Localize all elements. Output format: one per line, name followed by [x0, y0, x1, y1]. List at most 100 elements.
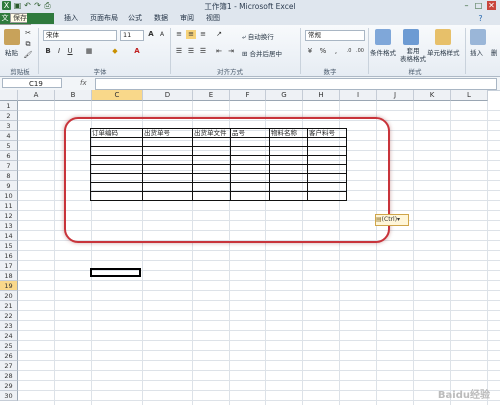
- row-header[interactable]: 17: [0, 261, 18, 271]
- row-header[interactable]: 28: [0, 371, 18, 381]
- align-bottom-icon[interactable]: ≡: [198, 30, 208, 39]
- column-header[interactable]: L: [451, 90, 488, 101]
- insert-cells-icon[interactable]: [470, 29, 486, 45]
- column-header[interactable]: B: [55, 90, 92, 101]
- wrap-text-button[interactable]: ⤶ 自动换行: [242, 31, 274, 42]
- bold-button[interactable]: B: [43, 47, 53, 56]
- column-header[interactable]: C: [92, 90, 143, 101]
- orientation-icon[interactable]: ↗: [214, 30, 224, 39]
- paste-options-button[interactable]: ▤(Ctrl)▾: [375, 214, 409, 226]
- tab-formulas[interactable]: 公式: [124, 13, 146, 24]
- active-cell[interactable]: [90, 268, 141, 277]
- row-header[interactable]: 27: [0, 361, 18, 371]
- align-middle-icon[interactable]: ≡: [186, 30, 196, 39]
- row-header[interactable]: 1: [0, 101, 18, 111]
- file-tab[interactable]: 文保存 (Ctrl+S): [0, 13, 54, 34]
- row-header[interactable]: 12: [0, 211, 18, 221]
- percent-icon[interactable]: %: [318, 47, 328, 56]
- row-header[interactable]: 7: [0, 161, 18, 171]
- font-color-icon[interactable]: A: [132, 47, 142, 56]
- cut-icon[interactable]: ✂: [23, 29, 33, 38]
- row-header[interactable]: 3: [0, 121, 18, 131]
- font-shrink-button[interactable]: A: [157, 30, 167, 39]
- column-header[interactable]: H: [303, 90, 340, 101]
- row-header[interactable]: 19: [0, 281, 18, 291]
- insert-cells-button[interactable]: 插入: [470, 47, 483, 57]
- row-header[interactable]: 5: [0, 141, 18, 151]
- currency-icon[interactable]: ¥: [305, 47, 315, 56]
- tab-review[interactable]: 审阅: [176, 13, 198, 24]
- column-header[interactable]: J: [377, 90, 414, 101]
- cell-styles-button[interactable]: 单元格样式: [427, 47, 460, 57]
- font-name-select[interactable]: 宋体: [43, 30, 117, 41]
- merge-center-button[interactable]: ⊞ 合并后居中: [242, 48, 282, 58]
- row-header[interactable]: 9: [0, 181, 18, 191]
- row-header[interactable]: 10: [0, 191, 18, 201]
- font-grow-button[interactable]: A: [146, 30, 156, 39]
- row-header[interactable]: 29: [0, 381, 18, 391]
- row-header[interactable]: 25: [0, 341, 18, 351]
- increase-indent-icon[interactable]: ⇥: [226, 47, 236, 56]
- tab-data[interactable]: 数据: [150, 13, 172, 24]
- align-top-icon[interactable]: ≡: [174, 30, 184, 39]
- row-header[interactable]: 16: [0, 251, 18, 261]
- column-header[interactable]: G: [266, 90, 303, 101]
- conditional-format-button[interactable]: 条件格式: [370, 47, 396, 57]
- row-header[interactable]: 21: [0, 301, 18, 311]
- increase-decimal-icon[interactable]: .0: [344, 47, 354, 56]
- conditional-format-icon[interactable]: [375, 29, 391, 45]
- borders-icon[interactable]: ▦: [84, 47, 94, 56]
- minimize-icon[interactable]: –: [462, 1, 471, 10]
- row-header[interactable]: 2: [0, 111, 18, 121]
- align-left-icon[interactable]: ☰: [174, 47, 184, 56]
- column-header[interactable]: K: [414, 90, 451, 101]
- maximize-icon[interactable]: □: [474, 1, 483, 10]
- underline-button[interactable]: U: [65, 47, 75, 56]
- formula-input[interactable]: [95, 78, 497, 90]
- row-header[interactable]: 8: [0, 171, 18, 181]
- fill-color-icon[interactable]: ◆: [110, 47, 120, 56]
- row-header[interactable]: 11: [0, 201, 18, 211]
- delete-cells-button[interactable]: 删: [491, 47, 498, 57]
- close-icon[interactable]: ✕: [487, 1, 496, 10]
- row-header[interactable]: 18: [0, 271, 18, 281]
- row-header[interactable]: 22: [0, 311, 18, 321]
- column-header[interactable]: D: [143, 90, 193, 101]
- tab-view[interactable]: 视图: [202, 13, 224, 24]
- paste-icon[interactable]: [4, 29, 20, 45]
- help-icon[interactable]: ?: [476, 14, 485, 23]
- select-all-corner[interactable]: [0, 90, 18, 101]
- row-header[interactable]: 23: [0, 321, 18, 331]
- column-header[interactable]: I: [340, 90, 377, 101]
- column-header[interactable]: E: [193, 90, 230, 101]
- italic-button[interactable]: I: [54, 47, 64, 56]
- tab-page-layout[interactable]: 页面布局: [86, 13, 122, 24]
- tab-insert[interactable]: 插入: [60, 13, 82, 24]
- copy-icon[interactable]: ⧉: [23, 40, 33, 49]
- row-header[interactable]: 14: [0, 231, 18, 241]
- decrease-indent-icon[interactable]: ⇤: [214, 47, 224, 56]
- number-format-select[interactable]: 常规: [305, 30, 365, 41]
- row-header[interactable]: 4: [0, 131, 18, 141]
- align-center-icon[interactable]: ☰: [186, 47, 196, 56]
- font-size-select[interactable]: 11: [120, 30, 144, 41]
- decrease-decimal-icon[interactable]: .00: [355, 47, 365, 56]
- row-header[interactable]: 6: [0, 151, 18, 161]
- format-as-table-button[interactable]: 套用 表格格式: [400, 47, 426, 63]
- row-header[interactable]: 20: [0, 291, 18, 301]
- align-right-icon[interactable]: ☰: [198, 47, 208, 56]
- row-header[interactable]: 30: [0, 391, 18, 401]
- row-header[interactable]: 15: [0, 241, 18, 251]
- cell-styles-icon[interactable]: [435, 29, 451, 45]
- format-painter-icon[interactable]: 🖌: [23, 51, 33, 60]
- row-header[interactable]: 26: [0, 351, 18, 361]
- insert-function-button[interactable]: fx: [80, 79, 87, 87]
- column-header[interactable]: A: [18, 90, 55, 101]
- row-header[interactable]: 13: [0, 221, 18, 231]
- paste-button[interactable]: 粘贴: [5, 47, 18, 57]
- format-as-table-icon[interactable]: [403, 29, 419, 45]
- row-header[interactable]: 24: [0, 331, 18, 341]
- comma-icon[interactable]: ,: [331, 47, 341, 56]
- name-box[interactable]: C19: [2, 78, 62, 88]
- column-header[interactable]: F: [230, 90, 266, 101]
